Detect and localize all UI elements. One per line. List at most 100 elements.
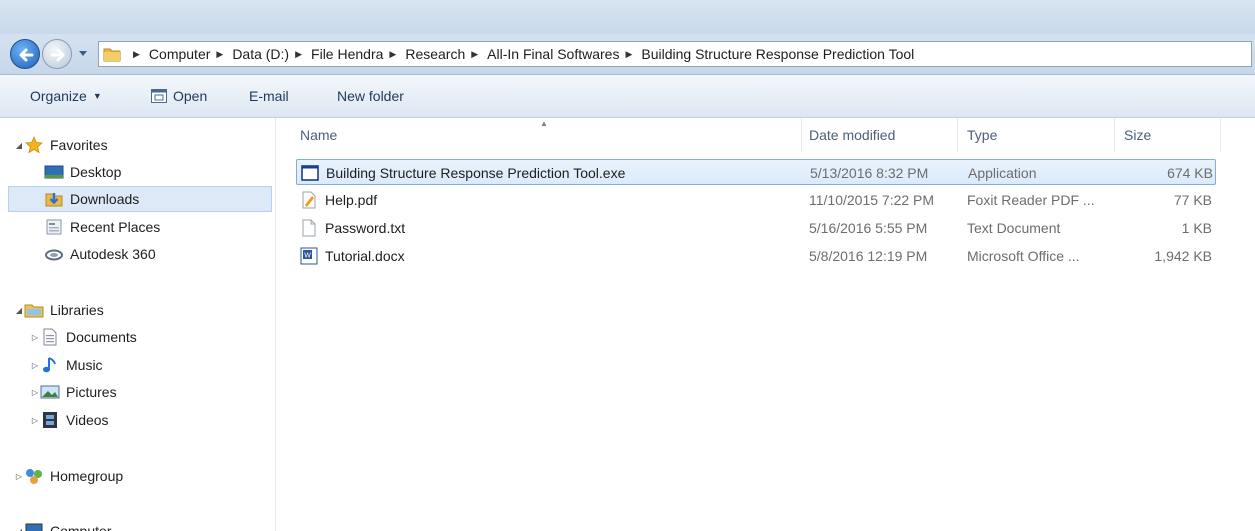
breadcrumb-segment[interactable]: ▶ File Hendra — [289, 46, 383, 62]
nav-pictures[interactable]: ▷ Pictures — [30, 379, 117, 405]
address-bar-area: ▶ Computer ▶ Data (D:) ▶ File Hendra ▶ Research… — [0, 34, 1255, 75]
film-strip-icon — [40, 411, 60, 429]
file-size: 77 KB — [1173, 192, 1212, 208]
nav-desktop[interactable]: Desktop — [44, 159, 121, 185]
expanded-triangle-icon: ◢ — [15, 526, 23, 531]
file-date: 5/13/2016 8:32 PM — [810, 165, 929, 181]
file-name-cell[interactable]: Building Structure Response Prediction T… — [301, 160, 625, 186]
column-header-date[interactable]: Date modified — [809, 118, 895, 152]
navigation-pane: ◢ Favorites Desktop Downloads Recent Pla… — [0, 118, 276, 531]
breadcrumb-separator-icon[interactable]: ▶ — [471, 49, 478, 60]
breadcrumb-segment[interactable]: ▶ Building Structure Response Prediction … — [619, 46, 914, 62]
folder-icon — [103, 48, 121, 62]
back-button[interactable] — [10, 39, 40, 69]
open-button[interactable]: Open — [151, 88, 207, 104]
breadcrumb-label: Computer — [148, 46, 211, 62]
command-bar: Organize ▼ Open E-mail New folder — [0, 75, 1255, 118]
file-row[interactable]: Password.txt 5/16/2016 5:55 PM Text Docume… — [296, 215, 1216, 241]
file-size: 1,942 KB — [1154, 248, 1212, 264]
file-name-cell[interactable]: W Tutorial.docx — [300, 243, 405, 269]
downloads-icon — [44, 190, 64, 208]
column-header-name[interactable]: Name — [300, 118, 337, 152]
open-app-icon — [151, 89, 167, 103]
breadcrumb-separator-icon[interactable]: ▶ — [216, 49, 223, 60]
nav-computer-label: Computer — [50, 523, 112, 531]
file-name-cell[interactable]: Help.pdf — [300, 187, 377, 213]
breadcrumb-separator-icon[interactable]: ▶ — [389, 49, 396, 60]
expanded-triangle-icon: ◢ — [15, 305, 23, 315]
column-size-label: Size — [1124, 127, 1152, 143]
file-type: Microsoft Office ... — [967, 248, 1080, 264]
window-title-bar — [0, 0, 1255, 34]
recent-places-icon — [44, 218, 64, 236]
breadcrumb-separator-icon[interactable]: ▶ — [133, 49, 140, 60]
collapsed-triangle-icon: ▷ — [15, 471, 23, 481]
nav-documents-label: Documents — [66, 329, 137, 345]
column-divider[interactable] — [957, 118, 958, 152]
nav-documents[interactable]: ▷ Documents — [30, 324, 137, 350]
collapsed-triangle-icon: ▷ — [31, 332, 39, 342]
breadcrumb: ▶ Computer ▶ Data (D:) ▶ File Hendra ▶ Research… — [127, 46, 914, 62]
desktop-icon — [44, 163, 64, 181]
svg-text:W: W — [304, 253, 311, 260]
pdf-icon — [300, 191, 318, 209]
file-date: 5/8/2016 12:19 PM — [809, 248, 928, 264]
nav-favorites[interactable]: ◢ Favorites — [14, 132, 108, 158]
nav-music-label: Music — [66, 357, 103, 373]
nav-autodesk-360[interactable]: Autodesk 360 — [44, 241, 156, 267]
column-divider[interactable] — [801, 118, 802, 152]
recent-pages-dropdown-icon[interactable] — [78, 46, 88, 60]
nav-music[interactable]: ▷ Music — [30, 352, 103, 378]
nav-computer[interactable]: ◢ Computer — [14, 518, 111, 531]
organize-button[interactable]: Organize ▼ — [30, 88, 102, 104]
breadcrumb-segment[interactable]: ▶ Computer — [127, 46, 210, 62]
forward-button[interactable] — [42, 39, 72, 69]
forward-arrow-icon — [50, 48, 65, 62]
nav-downloads[interactable]: Downloads — [8, 186, 272, 212]
file-row[interactable]: W Tutorial.docx 5/8/2016 12:19 PM Microsoft… — [296, 243, 1216, 269]
nav-homegroup-label: Homegroup — [50, 468, 124, 484]
nav-pictures-label: Pictures — [66, 384, 117, 400]
file-size: 1 KB — [1181, 220, 1212, 236]
nav-homegroup[interactable]: ▷ Homegroup — [14, 463, 123, 489]
nav-videos[interactable]: ▷ Videos — [30, 407, 109, 433]
column-header-size[interactable]: Size — [1124, 118, 1151, 152]
column-name-label: Name — [300, 127, 338, 143]
nav-recent-places[interactable]: Recent Places — [44, 214, 160, 240]
file-size: 674 KB — [1167, 165, 1213, 181]
file-type: Foxit Reader PDF ... — [967, 192, 1095, 208]
column-header-type[interactable]: Type — [967, 118, 997, 152]
breadcrumb-segment[interactable]: ▶ Data (D:) — [210, 46, 289, 62]
breadcrumb-label: File Hendra — [311, 46, 384, 62]
column-divider[interactable] — [1220, 118, 1221, 152]
file-name-cell[interactable]: Password.txt — [300, 215, 405, 241]
file-name: Password.txt — [325, 220, 406, 236]
address-field[interactable]: ▶ Computer ▶ Data (D:) ▶ File Hendra ▶ Research… — [98, 41, 1252, 67]
expanded-triangle-icon: ◢ — [15, 140, 23, 150]
breadcrumb-segment[interactable]: ▶ Research — [383, 46, 465, 62]
back-arrow-icon — [19, 48, 34, 62]
nav-videos-label: Videos — [66, 412, 109, 428]
breadcrumb-separator-icon[interactable]: ▶ — [625, 49, 632, 60]
documents-icon — [40, 328, 60, 346]
star-icon — [24, 136, 44, 154]
new-folder-button[interactable]: New folder — [337, 88, 404, 104]
breadcrumb-label: Building Structure Response Prediction T… — [641, 46, 915, 62]
collapsed-triangle-icon: ▷ — [31, 387, 39, 397]
file-row[interactable]: Building Structure Response Prediction T… — [296, 159, 1216, 185]
computer-icon — [24, 522, 44, 531]
breadcrumb-segment[interactable]: ▶ All-In Final Softwares — [465, 46, 619, 62]
file-date: 5/16/2016 5:55 PM — [809, 220, 928, 236]
breadcrumb-label: Research — [405, 46, 466, 62]
new-folder-label: New folder — [337, 88, 404, 104]
open-label: Open — [173, 88, 208, 104]
libraries-icon — [24, 301, 44, 319]
sort-ascending-icon: ▲ — [540, 119, 548, 128]
email-button[interactable]: E-mail — [249, 88, 289, 104]
column-divider[interactable] — [1114, 118, 1115, 152]
file-row[interactable]: Help.pdf 11/10/2015 7:22 PM Foxit Reader P… — [296, 187, 1216, 213]
breadcrumb-label: All-In Final Softwares — [487, 46, 620, 62]
file-name: Tutorial.docx — [325, 248, 405, 264]
nav-libraries[interactable]: ◢ Libraries — [14, 297, 104, 323]
breadcrumb-separator-icon[interactable]: ▶ — [295, 49, 302, 60]
